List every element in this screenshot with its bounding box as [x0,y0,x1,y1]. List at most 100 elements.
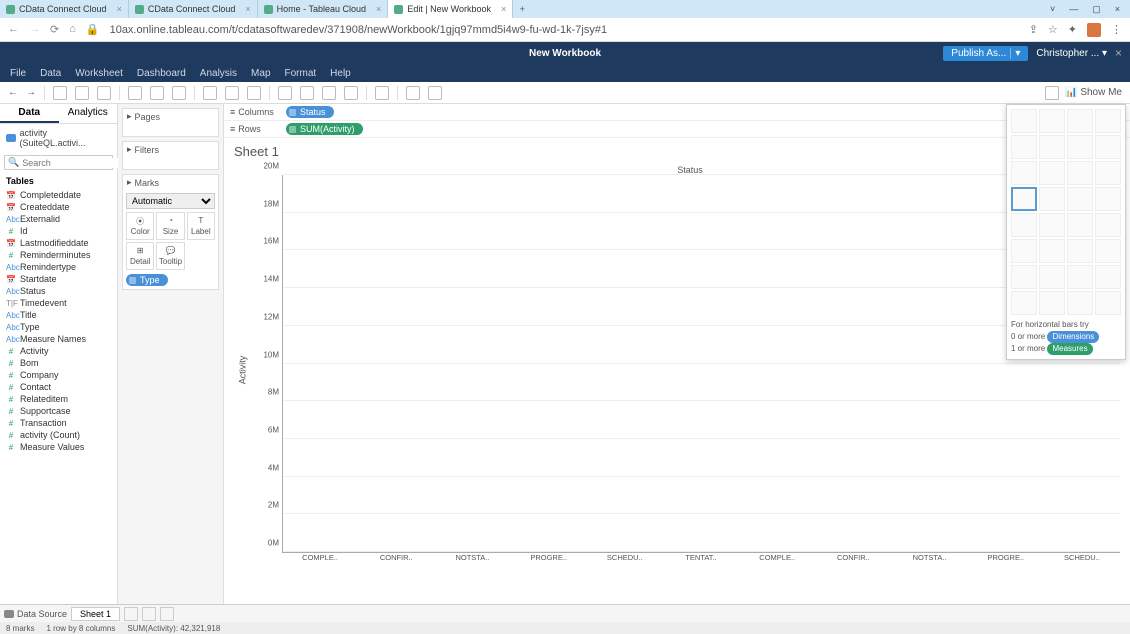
field-externalid[interactable]: AbcExternalid [0,213,117,225]
field-lastmodifieddate[interactable]: 📅Lastmodifieddate [0,237,117,249]
field-relateditem[interactable]: #Relateditem [0,393,117,405]
presentation-icon[interactable] [1045,86,1059,100]
showme-viz-10[interactable] [1067,161,1093,185]
home-icon[interactable]: ⌂ [69,23,76,36]
menu-help[interactable]: Help [330,68,351,79]
search-input[interactable]: 🔍 ▾ ▸ [4,155,113,170]
filters-shelf[interactable]: ▸ Filters [122,141,219,170]
data-source-tab[interactable]: Data Source [4,609,67,619]
field-completeddate[interactable]: 📅Completeddate [0,189,117,201]
menu-map[interactable]: Map [251,68,270,79]
field-startdate[interactable]: 📅Startdate [0,273,117,285]
toolbar-button[interactable] [128,86,142,100]
close-icon[interactable]: × [245,4,250,14]
user-menu[interactable]: Christopher ... ▾ [1036,48,1107,59]
showme-viz-9[interactable] [1039,161,1065,185]
toolbar-button[interactable] [406,86,420,100]
publish-as-button[interactable]: Publish As...▾ [943,46,1028,61]
sheet-tab[interactable]: Sheet 1 [71,607,120,621]
showme-viz-17[interactable] [1039,213,1065,237]
field-measure-names[interactable]: AbcMeasure Names [0,333,117,345]
browser-tab[interactable]: Home - Tableau Cloud× [258,0,389,18]
marks-size[interactable]: ◔Size [156,212,184,240]
menu-dashboard[interactable]: Dashboard [137,68,186,79]
browser-tab[interactable]: CData Connect Cloud× [129,0,258,18]
showme-viz-5[interactable] [1039,135,1065,159]
showme-viz-11[interactable] [1095,161,1121,185]
new-dashboard-icon[interactable] [142,607,156,621]
showme-viz-20[interactable] [1011,239,1037,263]
star-icon[interactable]: ☆ [1048,23,1058,37]
toolbar-button[interactable] [203,86,217,100]
field-activity-count-[interactable]: #activity (Count) [0,429,117,441]
close-icon[interactable]: × [376,4,381,14]
showme-viz-8[interactable] [1011,161,1037,185]
marks-tooltip[interactable]: 💬Tooltip [156,242,184,270]
columns-shelf[interactable]: ≡ Columns Status [224,104,1130,121]
field-activity[interactable]: #Activity [0,345,117,357]
reload-icon[interactable]: ⟳ [50,23,59,36]
sheet-title[interactable]: Sheet 1 [224,138,1130,165]
extensions-icon[interactable]: ✦ [1068,23,1077,37]
browser-tab[interactable]: CData Connect Cloud× [0,0,129,18]
url-input[interactable] [110,24,1019,36]
showme-viz-31[interactable] [1095,291,1121,315]
showme-viz-6[interactable] [1067,135,1093,159]
showme-viz-16[interactable] [1011,213,1037,237]
redo-icon[interactable]: → [26,87,36,98]
show-me-toggle[interactable]: 📊 Show Me [1065,87,1122,98]
pill-status[interactable]: Status [286,106,334,118]
showme-viz-15[interactable] [1095,187,1121,211]
field-transaction[interactable]: #Transaction [0,417,117,429]
showme-viz-7[interactable] [1095,135,1121,159]
showme-viz-24[interactable] [1011,265,1037,289]
field-title[interactable]: AbcTitle [0,309,117,321]
close-icon[interactable]: × [117,4,122,14]
menu-data[interactable]: Data [40,68,61,79]
avatar[interactable] [1087,23,1101,37]
menu-analysis[interactable]: Analysis [200,68,237,79]
new-tab-button[interactable]: + [513,0,531,18]
field-measure-values[interactable]: #Measure Values [0,441,117,453]
browser-tab-active[interactable]: Edit | New Workbook× [388,0,513,18]
showme-viz-1[interactable] [1039,109,1065,133]
minimize-icon[interactable]: — [1069,4,1078,14]
field-timedevent[interactable]: T|FTimedevent [0,297,117,309]
showme-viz-12[interactable] [1011,187,1037,211]
menu-file[interactable]: File [10,68,26,79]
close-window-icon[interactable]: × [1115,4,1120,14]
toolbar-button[interactable] [428,86,442,100]
new-worksheet-icon[interactable] [124,607,138,621]
close-icon[interactable]: × [501,4,506,14]
chevron-down-icon[interactable]: ˅ [1050,4,1055,14]
share-icon[interactable]: ⇪ [1029,23,1038,37]
toolbar-button[interactable] [344,86,358,100]
showme-viz-4[interactable] [1011,135,1037,159]
field-id[interactable]: #Id [0,225,117,237]
menu-worksheet[interactable]: Worksheet [75,68,123,79]
back-icon[interactable]: ← [8,23,19,36]
maximize-icon[interactable]: ▢ [1092,4,1101,15]
field-contact[interactable]: #Contact [0,381,117,393]
toolbar-button[interactable] [97,86,111,100]
datasource-item[interactable]: activity (SuiteQL.activi... [0,124,117,152]
rows-shelf[interactable]: ≡ Rows SUM(Activity) [224,121,1130,138]
new-story-icon[interactable] [160,607,174,621]
toolbar-button[interactable] [225,86,239,100]
showme-viz-0[interactable] [1011,109,1037,133]
mark-type-select[interactable]: Automatic [126,193,215,209]
field-createddate[interactable]: 📅Createddate [0,201,117,213]
field-remindertype[interactable]: AbcRemindertype [0,261,117,273]
field-supportcase[interactable]: #Supportcase [0,405,117,417]
tab-data[interactable]: Data [0,104,59,123]
toolbar-button[interactable] [150,86,164,100]
showme-viz-13[interactable] [1039,187,1065,211]
toolbar-button[interactable] [300,86,314,100]
showme-viz-27[interactable] [1095,265,1121,289]
toolbar-button[interactable] [172,86,186,100]
marks-detail[interactable]: ⊞Detail [126,242,154,270]
chart-plot[interactable]: 0M2M4M6M8M10M12M14M16M18M20M [282,175,1120,553]
field-reminderminutes[interactable]: #Reminderminutes [0,249,117,261]
menu-format[interactable]: Format [285,68,317,79]
toolbar-button[interactable] [53,86,67,100]
